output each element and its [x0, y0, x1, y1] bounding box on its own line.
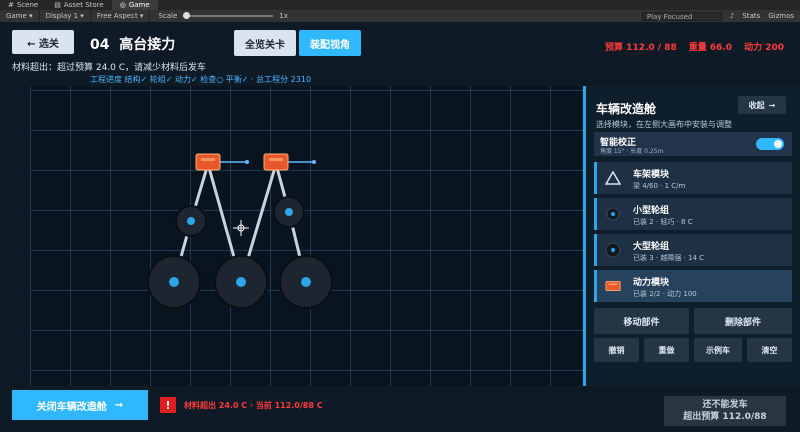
- tab-asset-store-label: Asset Store: [63, 1, 104, 9]
- game-icon: ◎: [119, 1, 126, 9]
- level-overview-button[interactable]: 全览关卡: [234, 30, 296, 56]
- small-wheel-icon: [605, 206, 621, 222]
- module-detail: 已装 2 · 轻巧 · 8 C: [633, 218, 693, 226]
- scale-label: Scale: [158, 12, 178, 20]
- display-label: Display 1: [45, 12, 79, 20]
- aspect-label: Free Aspect: [96, 12, 138, 20]
- play-mode-label: Play Focused: [646, 12, 693, 21]
- game-header: ← 选关 04 高台接力 全览关卡 装配视角 预算 112.0 / 88 重量 …: [0, 22, 800, 86]
- scale-value: 1x: [279, 12, 288, 20]
- module-engine[interactable]: 动力模块 已装 2/2 · 动力 100: [594, 270, 792, 302]
- level-title: 04 高台接力: [90, 34, 175, 54]
- launch-title: 还不能发车: [702, 400, 748, 410]
- assembly-view-button[interactable]: 装配视角: [299, 30, 361, 56]
- level-name: 高台接力: [119, 37, 176, 53]
- game-view-select[interactable]: Game ▾: [0, 10, 40, 22]
- small-wheel[interactable]: [273, 196, 305, 228]
- build-canvas[interactable]: [30, 86, 585, 386]
- arrow-right-icon: →: [768, 100, 776, 110]
- large-wheel[interactable]: [279, 255, 333, 309]
- editor-toolbar: Game ▾ Display 1 ▾ Free Aspect ▾ Scale 1…: [0, 10, 800, 22]
- large-wheel[interactable]: [214, 255, 268, 309]
- engine-link-end: [312, 160, 316, 164]
- aspect-select[interactable]: Free Aspect ▾: [91, 10, 151, 22]
- alert-icon: !: [160, 397, 176, 413]
- mute-icon[interactable]: ♪: [730, 12, 734, 20]
- frame-triangle-icon: [605, 170, 621, 186]
- module-detail: 梁 4/60 · 1 C/m: [633, 182, 686, 190]
- budget-stat: 预算 112.0 / 88: [605, 43, 677, 53]
- engine-link-end: [245, 160, 249, 164]
- module-detail: 已装 2/2 · 动力 100: [633, 290, 697, 298]
- editor-tab-strip: # Scene ▤ Asset Store ◎ Game: [0, 0, 800, 10]
- app-window: # Scene ▤ Asset Store ◎ Game Game ▾ Disp…: [0, 0, 800, 432]
- engineering-progress: 工程进度 结构✓ 轮组✓ 动力✓ 检查○ 平衡✓ · 总工程分 2310: [90, 75, 312, 84]
- back-to-levels-button[interactable]: ← 选关: [12, 30, 74, 54]
- scale-slider[interactable]: [183, 12, 274, 19]
- scale-control: Scale 1x: [150, 12, 295, 20]
- module-name: 动力模块: [633, 278, 670, 288]
- panel-hint: 选择模块，在左侧大画布中安装与调整: [596, 120, 732, 129]
- module-small-wheel[interactable]: 小型轮组 已装 2 · 轻巧 · 8 C: [594, 198, 792, 230]
- tab-game[interactable]: ◎ Game: [111, 0, 158, 10]
- store-icon: ▤: [54, 1, 61, 9]
- engine-module[interactable]: [195, 153, 249, 171]
- engine-detail: [201, 158, 215, 161]
- budget-warning: 材料超出：超过预算 24.0 C，请减少材料后发车: [12, 63, 207, 73]
- gizmos-toggle[interactable]: Gizmos: [768, 12, 794, 20]
- move-part-button[interactable]: 移动部件: [594, 308, 689, 334]
- engine-block[interactable]: [195, 153, 221, 171]
- stats-toggle[interactable]: Stats: [742, 12, 760, 20]
- small-wheel[interactable]: [175, 205, 207, 237]
- redo-button[interactable]: 重做: [644, 338, 689, 362]
- engine-detail: [269, 158, 283, 161]
- weight-stat: 重量 66.0: [688, 43, 733, 53]
- collapse-label: 收起: [748, 100, 765, 110]
- collapse-panel-button[interactable]: 收起 →: [738, 96, 786, 114]
- module-large-wheel[interactable]: 大型轮组 已装 3 · 越障强 · 14 C: [594, 234, 792, 266]
- vehicle-workshop-panel: 车辆改造舱 收起 → 选择模块，在左侧大画布中安装与调整 智能校正 角度 15°…: [586, 86, 800, 386]
- calibration-toggle[interactable]: [756, 138, 784, 150]
- module-name: 小型轮组: [633, 206, 670, 216]
- module-name: 大型轮组: [633, 242, 670, 252]
- clear-button[interactable]: 清空: [747, 338, 792, 362]
- engine-icon: [605, 278, 621, 294]
- vehicle-stats: 预算 112.0 / 88 重量 66.0 动力 200: [605, 40, 784, 53]
- panel-title: 车辆改造舱: [596, 102, 657, 116]
- footer-bar: 关闭车辆改造舱 → ! 材料超出 24.0 C · 当前 112.0/88 C …: [0, 386, 800, 432]
- power-stat: 动力 200: [744, 43, 784, 53]
- display-select[interactable]: Display 1 ▾: [40, 10, 91, 22]
- tab-asset-store[interactable]: ▤ Asset Store: [46, 0, 112, 10]
- editor-toolbar-right: Play Focused ♪ Stats Gizmos: [641, 11, 800, 21]
- tab-game-label: Game: [128, 1, 150, 9]
- engine-module[interactable]: [263, 153, 316, 171]
- launch-button[interactable]: 还不能发车 超出预算 112.0/88: [664, 396, 786, 426]
- launch-detail: 超出预算 112.0/88: [683, 412, 767, 422]
- module-frame[interactable]: 车架模块 梁 4/60 · 1 C/m: [594, 162, 792, 194]
- undo-button[interactable]: 撤销: [594, 338, 639, 362]
- module-detail: 已装 3 · 越障强 · 14 C: [633, 254, 705, 262]
- large-wheel[interactable]: [147, 255, 201, 309]
- smart-calibration-row[interactable]: 智能校正 角度 15° · 长度 0.25m: [594, 132, 792, 156]
- over-budget-alert: 材料超出 24.0 C · 当前 112.0/88 C: [184, 401, 323, 410]
- scene-icon: #: [8, 1, 14, 9]
- close-workshop-label: 关闭车辆改造舱: [36, 401, 107, 413]
- calibration-detail: 角度 15° · 长度 0.25m: [600, 148, 664, 155]
- play-mode-select[interactable]: Play Focused: [641, 11, 722, 21]
- large-wheel-icon: [605, 242, 621, 258]
- level-number: 04: [90, 37, 110, 53]
- game-view-label: Game: [6, 12, 27, 20]
- delete-part-button[interactable]: 删除部件: [694, 308, 792, 334]
- arrow-right-icon: →: [114, 399, 124, 411]
- example-vehicle-button[interactable]: 示例车: [694, 338, 742, 362]
- tab-scene[interactable]: # Scene: [0, 0, 46, 10]
- tab-scene-label: Scene: [16, 1, 39, 9]
- module-name: 车架模块: [633, 170, 670, 180]
- engine-block[interactable]: [263, 153, 289, 171]
- close-workshop-button[interactable]: 关闭车辆改造舱 →: [12, 390, 148, 420]
- vehicle-assembly: [147, 153, 333, 309]
- crosshair-cursor-icon: [233, 220, 249, 236]
- scale-slider-knob[interactable]: [183, 12, 191, 19]
